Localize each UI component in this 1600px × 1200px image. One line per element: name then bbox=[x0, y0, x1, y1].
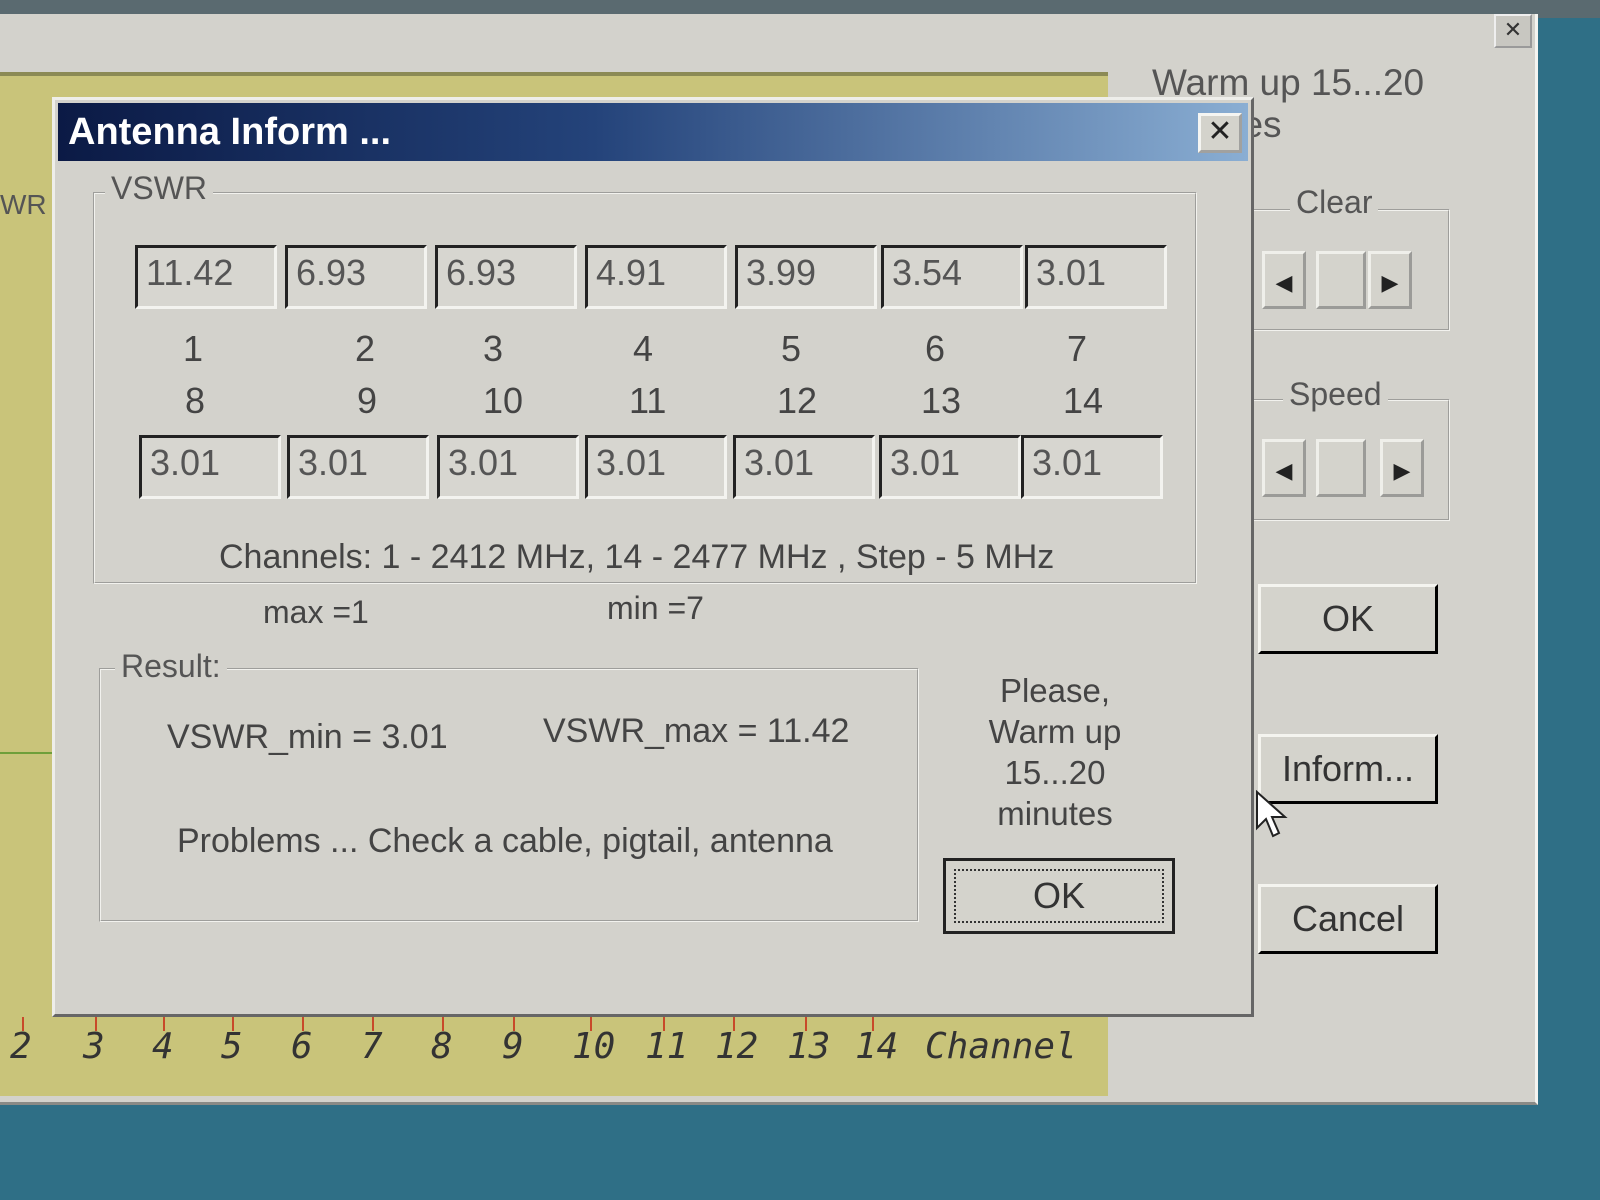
vswr-max-text: VSWR_max = 11.42 bbox=[543, 712, 850, 750]
axis-tick-label: 9 bbox=[502, 1026, 524, 1067]
channel-number: 6 bbox=[925, 328, 946, 369]
axis-tick-label: 4 bbox=[152, 1026, 174, 1067]
max-channel-text: max =1 bbox=[263, 594, 369, 630]
axis-tick-label: 5 bbox=[221, 1026, 243, 1067]
result-group bbox=[99, 668, 919, 922]
vswr-value-field: 11.42 bbox=[135, 245, 277, 309]
dialog-title: Antenna Inform ... bbox=[68, 111, 391, 153]
axis-tick-label: 10 bbox=[572, 1026, 616, 1067]
dialog-titlebar[interactable]: Antenna Inform ... ✕ bbox=[58, 103, 1248, 161]
vswr-value-field: 3.01 bbox=[139, 435, 281, 499]
mouse-cursor-icon bbox=[1256, 790, 1288, 838]
vswr-value-field: 3.01 bbox=[1021, 435, 1163, 499]
axis-tick-label: 2 bbox=[10, 1026, 32, 1067]
vswr-value-field: 3.01 bbox=[287, 435, 429, 499]
channel-number: 14 bbox=[1063, 380, 1104, 421]
vswr-group-title: VSWR bbox=[105, 170, 213, 207]
warm-up-line: Please, bbox=[999, 672, 1111, 709]
graph-trace-line bbox=[0, 752, 55, 754]
clear-group-title: Clear bbox=[1290, 184, 1379, 221]
warm-up-line: 15...20 bbox=[1004, 754, 1106, 791]
clear-scroll-left-button[interactable]: ◀ bbox=[1262, 251, 1306, 309]
channel-number: 3 bbox=[483, 328, 504, 369]
vswr-value-field: 4.91 bbox=[585, 245, 727, 309]
axis-tick-label: 8 bbox=[431, 1026, 453, 1067]
vswr-value-field: 3.01 bbox=[585, 435, 727, 499]
speed-scroll-left-button[interactable]: ◀ bbox=[1262, 439, 1306, 497]
warm-up-line: Warm up bbox=[988, 713, 1122, 750]
channel-number: 11 bbox=[629, 380, 667, 421]
vswr-value-field: 6.93 bbox=[285, 245, 427, 309]
channel-number: 8 bbox=[185, 380, 206, 421]
axis-tick-label: 11 bbox=[645, 1026, 689, 1067]
vswr-value-field: 3.01 bbox=[733, 435, 875, 499]
speed-scroll-thumb[interactable] bbox=[1316, 439, 1366, 497]
problems-message: Problems ... Check a cable, pigtail, ant… bbox=[177, 822, 833, 860]
speed-scroll-right-button[interactable]: ▶ bbox=[1380, 439, 1424, 497]
dialog-close-button[interactable]: ✕ bbox=[1198, 113, 1242, 153]
speed-group-title: Speed bbox=[1283, 376, 1388, 413]
warm-up-line: minutes bbox=[997, 795, 1113, 832]
vswr-min-text: VSWR_min = 3.01 bbox=[167, 718, 448, 756]
vswr-value-field: 3.01 bbox=[437, 435, 579, 499]
clear-scroll-right-button[interactable]: ▶ bbox=[1368, 251, 1412, 309]
vswr-value-field: 3.54 bbox=[881, 245, 1023, 309]
close-icon: ✕ bbox=[1207, 115, 1233, 148]
vswr-value-field: 3.01 bbox=[1025, 245, 1167, 309]
channel-number: 1 bbox=[183, 328, 204, 369]
warm-up-message: Please, Warm up 15...20 minutes bbox=[955, 670, 1155, 834]
axis-tick-label: 12 bbox=[715, 1026, 759, 1067]
graph-side-label: WR bbox=[0, 189, 47, 220]
vswr-value-field: 3.01 bbox=[879, 435, 1021, 499]
axis-tick-label: 3 bbox=[83, 1026, 105, 1067]
main-ok-button[interactable]: OK bbox=[1258, 584, 1438, 654]
channel-number: 5 bbox=[781, 328, 802, 369]
cancel-button[interactable]: Cancel bbox=[1258, 884, 1438, 954]
channel-number: 4 bbox=[633, 328, 654, 369]
main-window-close-button[interactable]: ✕ bbox=[1494, 14, 1532, 48]
vswr-value-field: 6.93 bbox=[435, 245, 577, 309]
vswr-value-field: 3.99 bbox=[735, 245, 877, 309]
channel-number: 7 bbox=[1067, 328, 1088, 369]
axis-tick-label: 14 bbox=[855, 1026, 899, 1067]
channel-number: 9 bbox=[357, 380, 378, 421]
channels-info-text: Channels: 1 - 2412 MHz, 14 - 2477 MHz , … bbox=[219, 538, 1055, 576]
min-channel-text: min =7 bbox=[607, 590, 704, 626]
axis-tick-label: 13 bbox=[787, 1026, 831, 1067]
channel-number: 12 bbox=[777, 380, 818, 421]
dialog-ok-label: OK bbox=[954, 869, 1164, 923]
axis-tick-label: 7 bbox=[361, 1026, 383, 1067]
antenna-inform-dialog: Antenna Inform ... ✕ VSWR 11.42 6.93 6.9… bbox=[52, 97, 1254, 1017]
axis-tick-label: 6 bbox=[291, 1026, 313, 1067]
channel-number: 2 bbox=[355, 328, 376, 369]
dialog-ok-button[interactable]: OK bbox=[943, 858, 1175, 934]
axis-title: Channel bbox=[925, 1026, 1077, 1067]
channel-number: 10 bbox=[483, 380, 524, 421]
clear-scroll-thumb[interactable] bbox=[1316, 251, 1366, 309]
result-group-title: Result: bbox=[115, 648, 227, 685]
channel-number: 13 bbox=[921, 380, 962, 421]
